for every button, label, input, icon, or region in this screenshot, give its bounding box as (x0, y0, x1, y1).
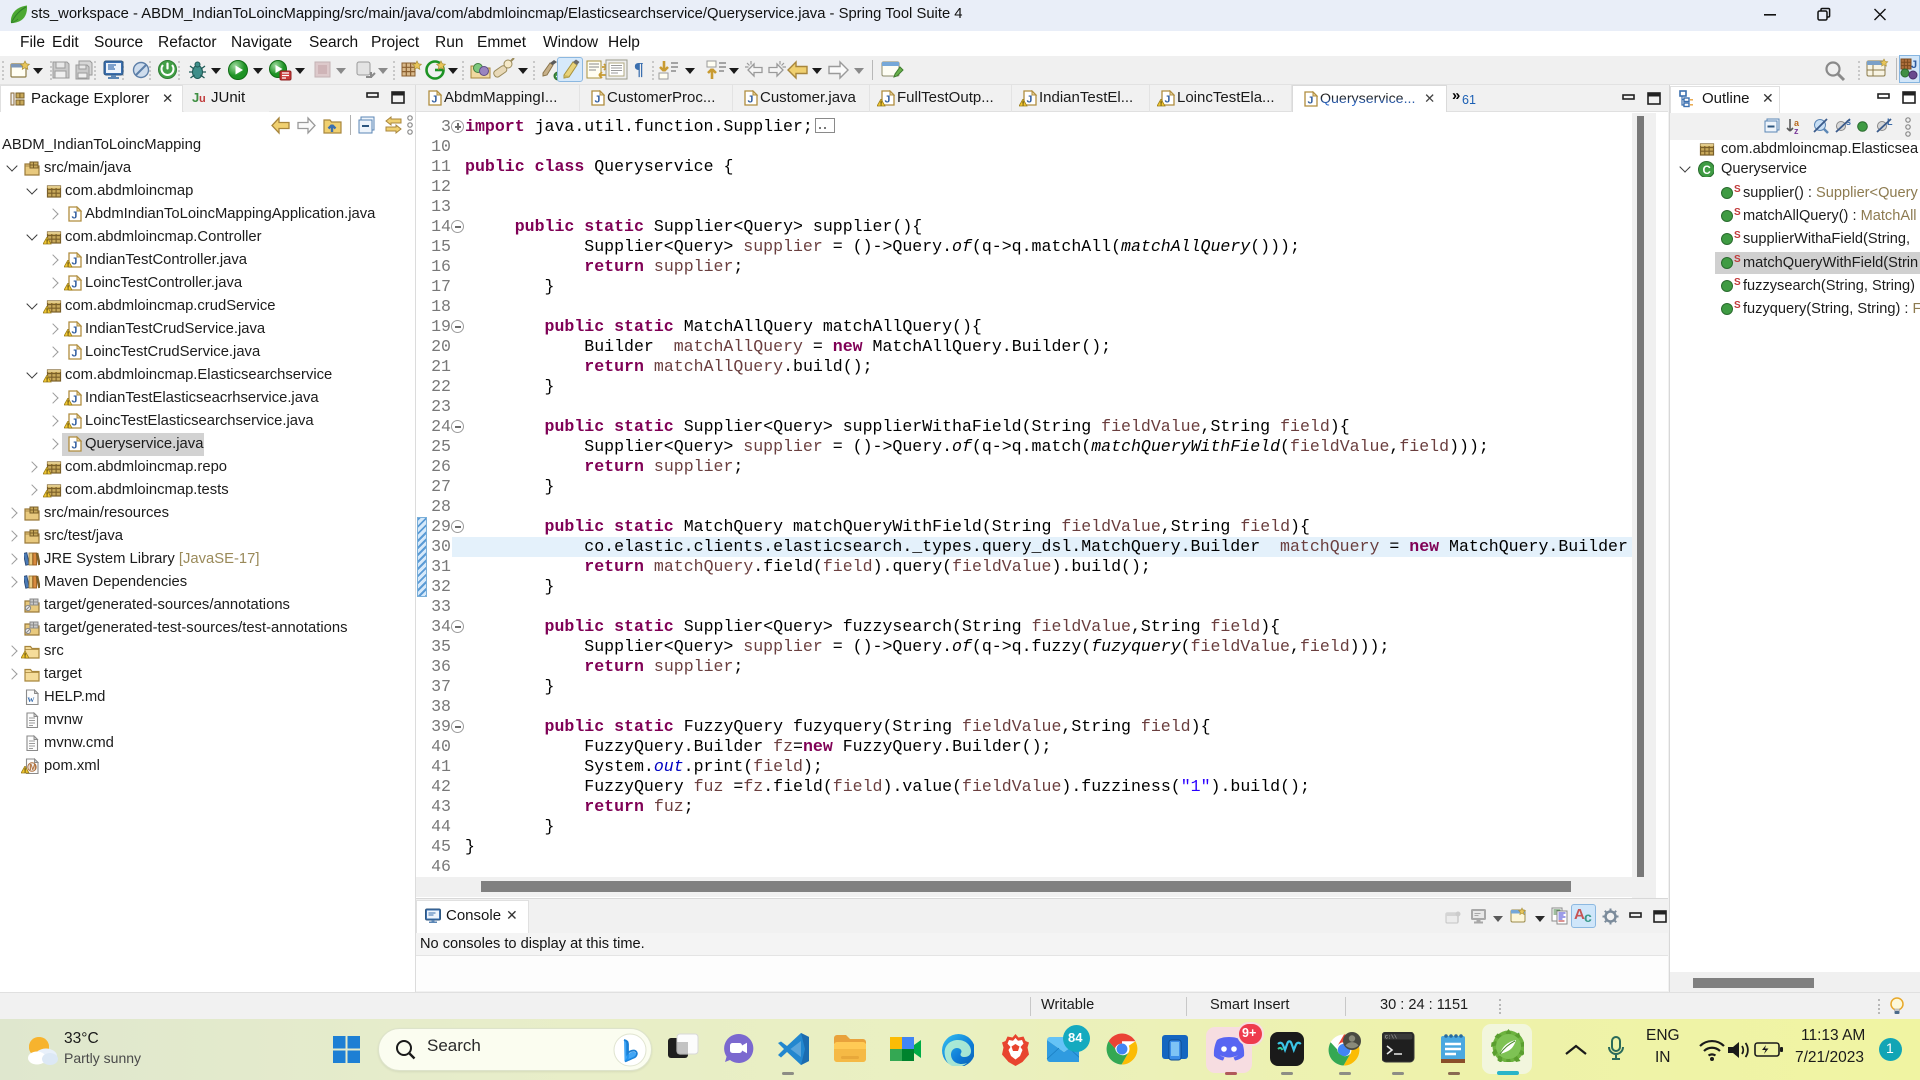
svg-text:z: z (1794, 126, 1799, 136)
svg-text:J: J (1911, 59, 1917, 71)
svg-text:C: C (1703, 165, 1711, 177)
svg-text:¶: ¶ (634, 60, 644, 79)
svg-text:C:\\: C:\\ (1385, 1035, 1397, 1041)
